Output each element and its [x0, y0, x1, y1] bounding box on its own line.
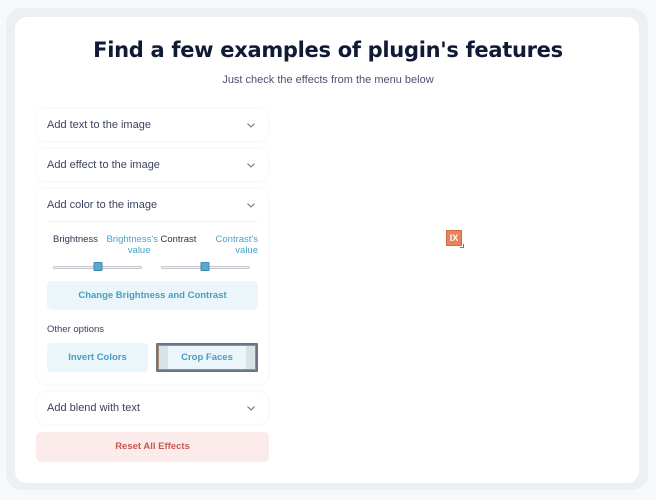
contrast-value: Contrast's value: [215, 234, 258, 256]
page-title: Find a few examples of plugin's features: [93, 38, 563, 62]
contrast-slider-group: Contrast Contrast's value: [160, 234, 258, 271]
other-options-row: Invert Colors Crop Faces: [47, 343, 258, 372]
change-brightness-contrast-button[interactable]: Change Brightness and Contrast: [47, 281, 258, 310]
contrast-slider[interactable]: [160, 262, 250, 271]
reset-all-effects-button[interactable]: Reset All Effects: [36, 432, 269, 462]
brightness-slider-thumb[interactable]: [93, 262, 102, 271]
broken-image-text: IX: [449, 233, 459, 243]
invert-colors-button[interactable]: Invert Colors: [47, 343, 148, 372]
accordion-panel-add-color: Add color to the image Brightness Bright…: [37, 189, 268, 384]
brightness-slider[interactable]: [53, 262, 142, 271]
brightness-slider-group: Brightness Brightness's value: [53, 234, 158, 271]
page-subtitle: Just check the effects from the menu bel…: [222, 74, 434, 86]
accordion-header-add-effect[interactable]: Add effect to the image: [37, 149, 268, 181]
chevron-down-icon: [246, 160, 256, 170]
crop-faces-button[interactable]: Crop Faces: [156, 343, 258, 372]
slider-row: Brightness Brightness's value Contrast C…: [37, 222, 268, 271]
accordion-header-add-color[interactable]: Add color to the image: [37, 189, 268, 221]
accordion-header-add-blend[interactable]: Add blend with text: [37, 392, 268, 424]
chevron-down-icon: [246, 200, 256, 210]
accordion-panel-add-effect: Add effect to the image: [37, 149, 268, 181]
accordion-label: Add blend with text: [47, 402, 140, 414]
contrast-label: Contrast: [160, 234, 197, 245]
accordion-panel-add-blend: Add blend with text: [37, 392, 268, 424]
chevron-down-icon: [246, 403, 256, 413]
contrast-slider-thumb[interactable]: [200, 262, 210, 271]
accordion-label: Add color to the image: [47, 199, 158, 211]
broken-image-corner: [460, 244, 464, 248]
other-options-label: Other options: [47, 324, 105, 335]
brightness-label: Brightness: [53, 234, 98, 245]
accordion-panel-add-text: Add text to the image: [37, 109, 268, 141]
brightness-value: Brightness's value: [106, 234, 158, 256]
accordion-label: Add effect to the image: [47, 159, 160, 171]
accordion-label: Add text to the image: [47, 119, 151, 131]
broken-image-icon: IX: [446, 230, 464, 248]
chevron-down-icon: [246, 120, 256, 130]
accordion-header-add-text[interactable]: Add text to the image: [37, 109, 268, 141]
